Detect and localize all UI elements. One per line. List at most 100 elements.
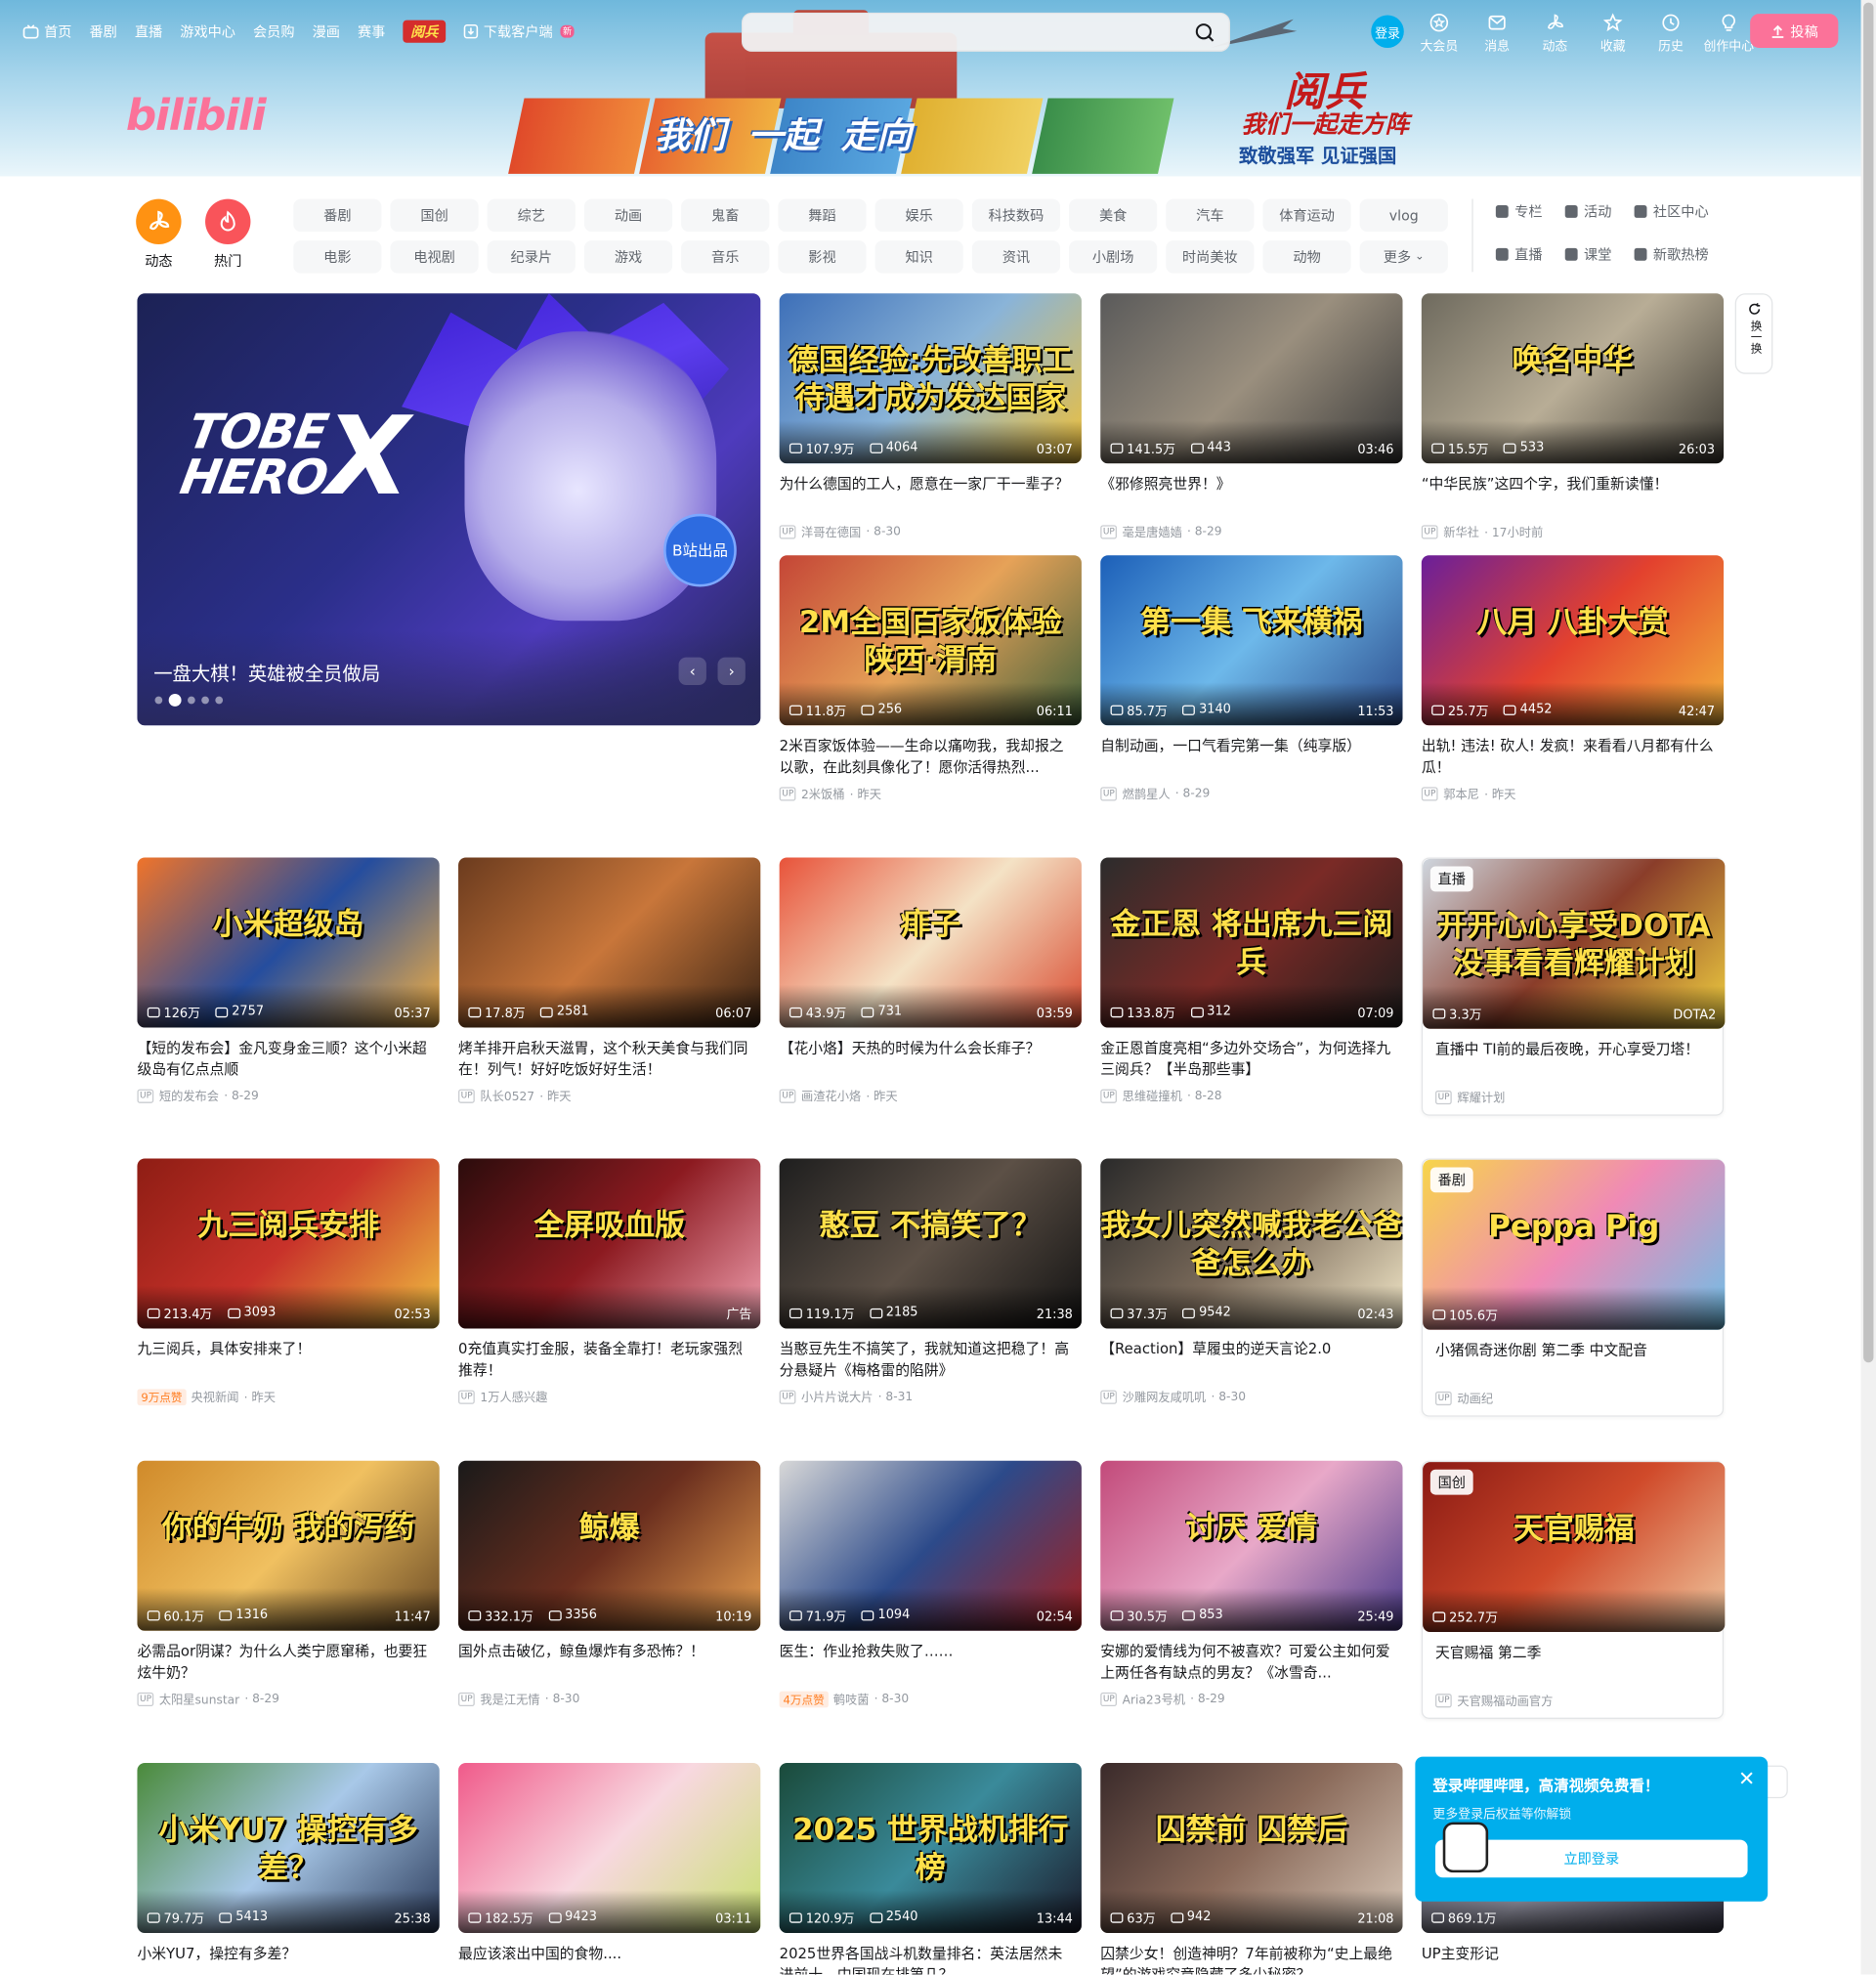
channel-tag[interactable]: 美食 [1069, 198, 1158, 233]
video-title[interactable]: 2米百家饭体验——生命以痛吻我，我却报之以歌，在此刻具像化了！愿你活得热烈... [780, 736, 1082, 779]
video-title[interactable]: 烤羊排开启秋天滋胃，这个秋天美食与我们同在！列气！好好吃饭好好生活！ [458, 1038, 760, 1081]
video-title[interactable]: 小米YU7，操控有多差？ [137, 1943, 439, 1974]
video-card[interactable]: 141.5万 443 03:46 《邪修照亮世界！》 UP 毫是唐嫱嫱 · 8-29 [1100, 293, 1403, 540]
video-title[interactable]: 出轨! 违法! 砍人! 发疯！来看看八月都有什么瓜！ [1422, 736, 1724, 779]
video-title[interactable]: “中华民族”这四个字，我们重新读懂！ [1422, 474, 1724, 517]
video-thumbnail[interactable]: 九三阅兵安排 213.4万 3093 02:53 [137, 1158, 440, 1329]
channel-tag[interactable]: 知识 [874, 240, 963, 274]
video-card[interactable]: 17.8万 2581 06:07 烤羊排开启秋天滋胃，这个秋天美食与我们同在！列气！好… [458, 857, 761, 1104]
channel-tag[interactable]: 时尚美妆 [1166, 240, 1255, 274]
search-icon[interactable] [1194, 21, 1216, 44]
video-thumbnail[interactable]: 德国经验:先改善职工待遇才成为发达国家 107.9万 4064 03:07 [779, 293, 1082, 464]
hero-carousel[interactable]: TOBE HERO X B站出品 一盘大棋！英雄被全员做局 ‹ › [137, 293, 761, 726]
nav-game-center[interactable]: 游戏中心 [180, 21, 235, 42]
nav-favorites[interactable]: 收藏 [1592, 13, 1635, 54]
video-thumbnail[interactable]: 天官赐福 国创 252.7万 [1423, 1462, 1726, 1633]
video-title[interactable]: 【花小烙】天热的时候为什么会长痱子？ [780, 1038, 1082, 1081]
uploader-name[interactable]: 洋哥在德国 [801, 523, 861, 540]
video-title[interactable]: 囚禁少女！创造神明？7年前被称为“史上最绝望”的游戏究竟隐藏了多少秘密？ [1100, 1943, 1402, 1975]
carousel-dot-active[interactable] [168, 694, 182, 707]
uploader-name[interactable]: 动画纪 [1457, 1389, 1493, 1406]
video-title[interactable]: 安娜的爱情线为何不被喜欢？可爱公主如何爱上两任各有缺点的男友？《冰雪奇... [1100, 1641, 1402, 1684]
video-card[interactable]: 2025 世界战机排行榜 120.9万 2540 13:44 2025世界各国战斗机数量… [779, 1763, 1082, 1975]
video-title[interactable]: 国外点击破亿，鲸鱼爆炸有多恐怖？！ [458, 1641, 760, 1684]
channel-tag[interactable]: 电视剧 [390, 240, 479, 274]
link-live[interactable]: 直播 [1495, 244, 1543, 265]
video-card[interactable]: 182.5万 9423 03:11 最应该滚出中国的食物.... [458, 1763, 761, 1974]
video-card[interactable]: 全屏吸血版 广告 0充值真实打金服，装备全靠打！老玩家强烈推荐！ UP 1万人感兴趣 [458, 1158, 761, 1405]
video-thumbnail[interactable]: Peppa Pig 番剧 105.6万 [1423, 1159, 1726, 1330]
uploader-name[interactable]: 燃鹊星人 [1123, 785, 1171, 802]
video-thumbnail[interactable]: 2M全国百家饭体验 陕西·渭南 11.8万 256 06:11 [779, 555, 1082, 726]
video-card[interactable]: 讨厌 爱情 30.5万 853 25:49 安娜的爱情线为何不被喜欢？可爱公主如何爱上两… [1100, 1460, 1403, 1707]
video-title[interactable]: 医生：作业抢救失败了…… [780, 1641, 1082, 1684]
close-icon[interactable]: ✕ [1738, 1767, 1755, 1790]
nav-creator-center[interactable]: 创作中心 [1703, 13, 1754, 54]
video-card[interactable]: 2M全国百家饭体验 陕西·渭南 11.8万 256 06:11 2米百家饭体验——生命以… [779, 555, 1082, 802]
video-card[interactable]: 天官赐福 国创 252.7万 天官赐福 第二季 UP 天官赐福动画官方 [1421, 1460, 1726, 1719]
uploader-name[interactable]: 太阳星sunstar [159, 1690, 239, 1707]
channel-tag[interactable]: 动画 [583, 198, 673, 233]
video-card[interactable]: 我女儿突然喊我老公爸爸怎么办 37.3万 9542 02:43 【Reaction】草履… [1100, 1158, 1403, 1405]
nav-download-client[interactable]: 下载客户端 新 [463, 21, 575, 42]
video-card[interactable]: 第一集 飞来横祸 85.7万 3140 11:53 自制动画，一口气看完第一集（纯享版）… [1100, 555, 1403, 802]
uploader-name[interactable]: Aria23号机 [1123, 1690, 1185, 1707]
channel-tag[interactable]: 国创 [390, 198, 479, 233]
video-thumbnail[interactable]: 第一集 飞来横祸 85.7万 3140 11:53 [1100, 555, 1403, 726]
uploader-name[interactable]: 思维碰撞机 [1123, 1087, 1182, 1104]
video-title[interactable]: 2025世界各国战斗机数量排名：英法居然未进前十，中国现在排第几？ [780, 1943, 1082, 1975]
channel-tag[interactable]: 番剧 [293, 198, 382, 233]
uploader-name[interactable]: 我是江无情 [480, 1690, 539, 1707]
uploader-name[interactable]: 天官赐福动画官方 [1457, 1692, 1553, 1708]
video-card[interactable]: 鲸爆 332.1万 3356 10:19 国外点击破亿，鲸鱼爆炸有多恐怖？！ UP 我是江无… [458, 1460, 761, 1707]
video-card[interactable]: 唤名中华 15.5万 533 26:03 “中华民族”这四个字，我们重新读懂！ UP 新华社… [1421, 293, 1725, 540]
video-card[interactable]: 小米超级岛 126万 2757 05:37 【短的发布会】金凡变身金三顺？这个小米超级岛… [137, 857, 440, 1104]
video-card[interactable]: Peppa Pig 番剧 105.6万 小猪佩奇迷你剧 第二季 中文配音 UP 动画纪 [1421, 1158, 1726, 1417]
nav-manga[interactable]: 漫画 [313, 21, 340, 42]
channel-tag[interactable]: 电影 [293, 240, 382, 274]
channel-tag[interactable]: 科技数码 [971, 198, 1061, 233]
carousel-prev-button[interactable]: ‹ [678, 657, 706, 685]
video-thumbnail[interactable]: 鲸爆 332.1万 3356 10:19 [458, 1460, 761, 1631]
login-avatar-button[interactable]: 登录 [1371, 15, 1404, 48]
video-thumbnail[interactable]: 全屏吸血版 广告 [458, 1158, 761, 1329]
channel-tag[interactable]: 小剧场 [1069, 240, 1158, 274]
uploader-name[interactable]: 画渣花小烙 [801, 1087, 861, 1104]
carousel-next-button[interactable]: › [717, 657, 746, 685]
channel-tag[interactable]: 娱乐 [874, 198, 963, 233]
search-bar[interactable] [741, 12, 1230, 52]
video-card[interactable]: 囚禁前 囚禁后 63万 942 21:08 囚禁少女！创造神明？7年前被称为“史上最绝望… [1100, 1763, 1403, 1975]
channel-tag[interactable]: 影视 [778, 240, 867, 274]
upload-button[interactable]: 投稿 [1750, 14, 1839, 48]
scrollbar[interactable] [1860, 0, 1876, 1975]
video-thumbnail[interactable]: 憨豆 不搞笑了？ 119.1万 2185 21:38 [779, 1158, 1082, 1329]
channel-tag[interactable]: 体育运动 [1262, 198, 1351, 233]
link-community[interactable]: 社区中心 [1634, 201, 1709, 222]
uploader-name[interactable]: 鹌吱菌 [833, 1690, 870, 1707]
video-title[interactable]: 小猪佩奇迷你剧 第二季 中文配音 [1423, 1340, 1723, 1383]
nav-history[interactable]: 历史 [1649, 13, 1692, 54]
channel-tag[interactable]: 资讯 [971, 240, 1061, 274]
nav-home[interactable]: 首页 [22, 21, 71, 42]
uploader-name[interactable]: 队长0527 [480, 1087, 534, 1104]
video-card[interactable]: 九三阅兵安排 213.4万 3093 02:53 九三阅兵，具体安排来了！ 9万点赞 央视新… [137, 1158, 440, 1405]
search-input[interactable] [758, 21, 1186, 46]
video-thumbnail[interactable]: 小米YU7 操控有多差？ 79.7万 5413 25:38 [137, 1763, 440, 1934]
video-card[interactable]: 71.9万 1094 02:54 医生：作业抢救失败了…… 4万点赞 鹌吱菌 · 8-30 [779, 1460, 1082, 1707]
nav-bangumi[interactable]: 番剧 [89, 21, 116, 42]
link-activity[interactable]: 活动 [1564, 201, 1611, 222]
uploader-name[interactable]: 郭本尼 [1443, 785, 1479, 802]
bilibili-logo[interactable]: bilibili [126, 91, 267, 142]
video-title[interactable]: 为什么德国的工人，愿意在一家厂干一辈子？ [780, 474, 1082, 517]
carousel-dot[interactable] [154, 696, 163, 705]
hot-channel-button[interactable]: 热门 [202, 198, 253, 271]
uploader-name[interactable]: 沙雕网友咸叽叽 [1123, 1388, 1207, 1405]
video-thumbnail[interactable]: 我女儿突然喊我老公爸爸怎么办 37.3万 9542 02:43 [1100, 1158, 1403, 1329]
video-thumbnail[interactable]: 小米超级岛 126万 2757 05:37 [137, 857, 440, 1028]
video-thumbnail[interactable]: 71.9万 1094 02:54 [779, 1460, 1082, 1631]
channel-tag[interactable]: 舞蹈 [778, 198, 867, 233]
video-card[interactable]: 八月 八卦大赏 25.7万 4452 42:47 出轨! 违法! 砍人! 发疯！来看看八… [1421, 555, 1725, 802]
video-title[interactable]: 金正恩首度亮相“多边外交场合”，为何选择九三阅兵？【半岛那些事】 [1100, 1038, 1402, 1081]
nav-dynamic[interactable]: 动态 [1534, 13, 1577, 54]
video-thumbnail[interactable]: 唤名中华 15.5万 533 26:03 [1421, 293, 1725, 464]
